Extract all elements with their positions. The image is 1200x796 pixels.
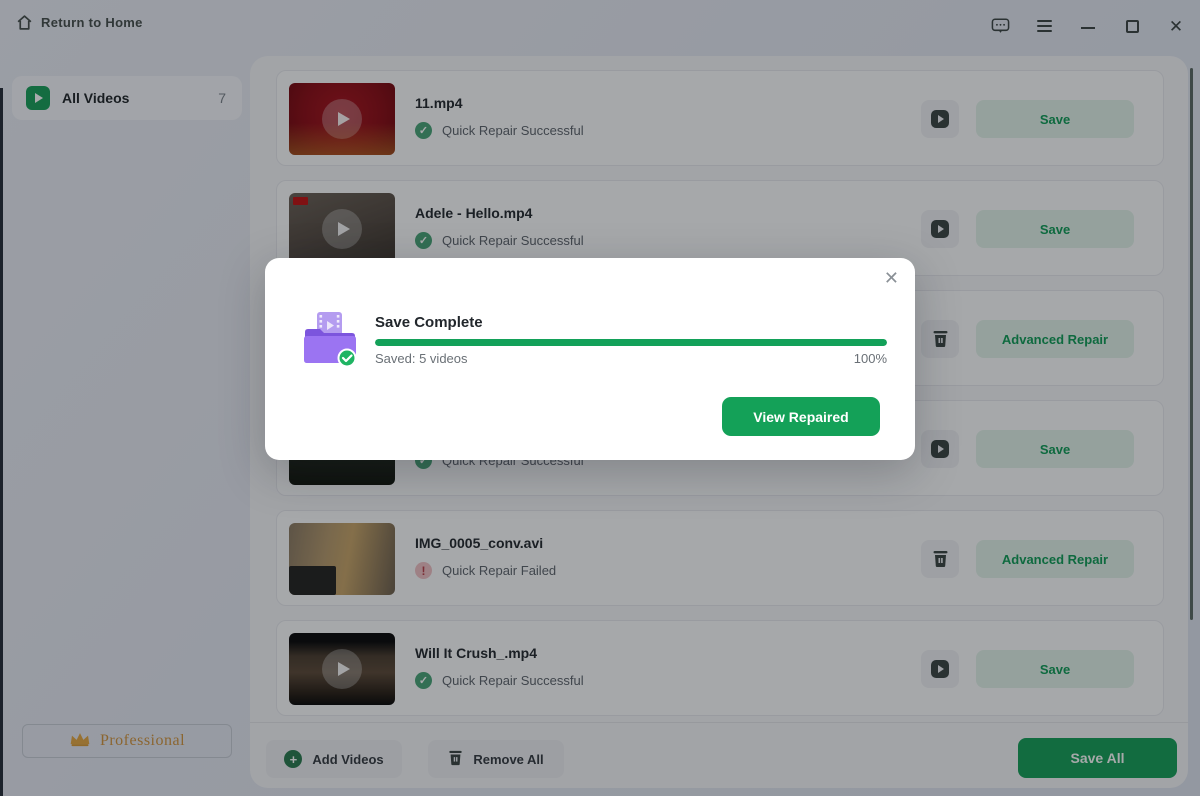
dialog-close-icon[interactable]: ✕ bbox=[884, 269, 899, 287]
progress-fill bbox=[375, 339, 887, 346]
progress-percent: 100% bbox=[854, 351, 887, 366]
dialog-title: Save Complete bbox=[375, 314, 483, 331]
saved-count-text: Saved: 5 videos bbox=[375, 351, 468, 366]
progress-bar bbox=[375, 339, 887, 346]
save-complete-icon bbox=[300, 310, 360, 373]
view-repaired-button[interactable]: View Repaired bbox=[722, 397, 880, 436]
save-complete-dialog: ✕ Save Complete Saved: 5 videos 100% Vie… bbox=[265, 258, 915, 460]
